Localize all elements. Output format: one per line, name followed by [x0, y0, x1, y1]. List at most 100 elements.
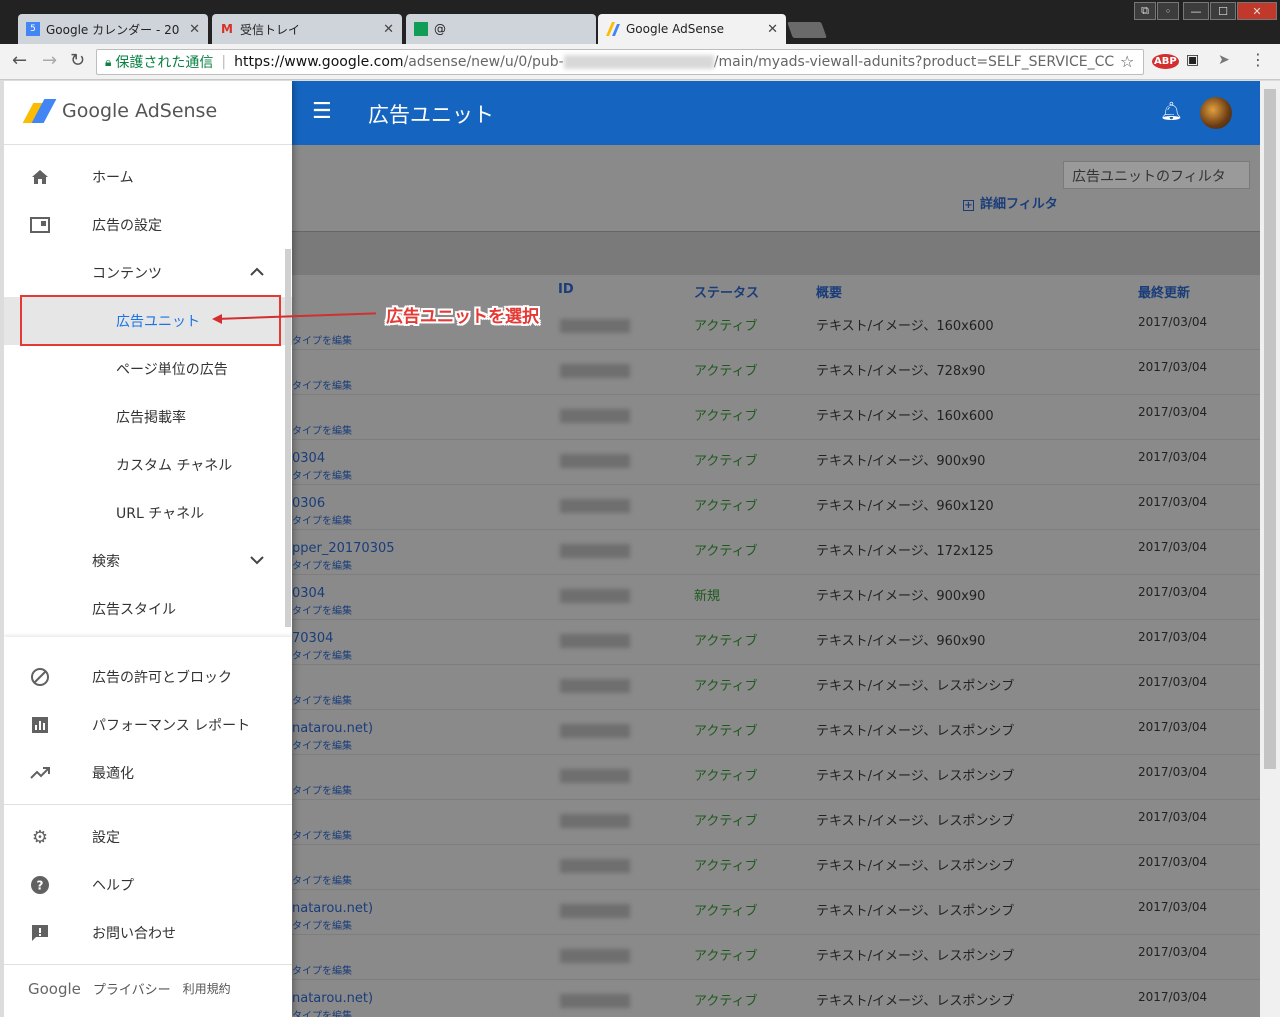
tab-sheets[interactable]: @	[406, 14, 596, 44]
star-icon[interactable]: ☆	[1120, 53, 1134, 71]
table-row[interactable]: pper_20170305 タイプを編集 アクティブ テキスト/イメージ、172x12…	[292, 530, 1260, 575]
calendar-icon: 5	[26, 22, 40, 36]
window-pin-icon[interactable]: ◦	[1157, 2, 1179, 20]
table-row[interactable]: タイプを編集 アクティブ テキスト/イメージ、レスポンシブ 2017/03/04	[292, 755, 1260, 800]
sidebar-item-custom-channels[interactable]: カスタム チャネル	[4, 441, 292, 489]
table-row[interactable]: natarou.net) タイプを編集 アクティブ テキスト/イメージ、レスポンシブ 2…	[292, 980, 1260, 1017]
avatar[interactable]	[1200, 97, 1232, 129]
table-row[interactable]: タイプを編集 アクティブ テキスト/イメージ、レスポンシブ 2017/03/04	[292, 845, 1260, 890]
sidebar-item-search[interactable]: 検索	[4, 537, 292, 585]
window-menu-icon[interactable]: ⧉	[1134, 2, 1156, 20]
minimize-icon[interactable]: —	[1183, 2, 1209, 20]
sidebar-item-page-level-ads[interactable]: ページ単位の広告	[4, 345, 292, 393]
edit-type-link[interactable]: タイプを編集	[292, 917, 352, 932]
sidebar-item-optimization[interactable]: 最適化	[4, 749, 292, 797]
adblock-icon[interactable]: ABP	[1152, 54, 1179, 69]
maximize-icon[interactable]: ☐	[1210, 2, 1236, 20]
address-bar[interactable]: 🔒︎ 保護された通信 | https://www.google.com /ads…	[96, 49, 1144, 75]
edit-type-link[interactable]: タイプを編集	[292, 467, 352, 482]
table-row[interactable]: 0306 タイプを編集 アクティブ テキスト/イメージ、960x120 2017/03/…	[292, 485, 1260, 530]
table-row[interactable]: 0304 タイプを編集 アクティブ テキスト/イメージ、900x90 2017/03/0…	[292, 440, 1260, 485]
sidebar-scrollbar[interactable]	[285, 249, 291, 627]
tab-adsense[interactable]: Google AdSense ✕	[598, 14, 786, 44]
table-row[interactable]: 0304 タイプを編集 新規 テキスト/イメージ、900x90 2017/03/04	[292, 575, 1260, 620]
edit-type-link[interactable]: タイプを編集	[292, 332, 352, 347]
edit-type-link[interactable]: タイプを編集	[292, 692, 352, 707]
sidebar-item-ad-settings[interactable]: 広告の設定	[4, 201, 292, 249]
table-toolbar	[292, 231, 1260, 275]
sidebar-item-label: ページ単位の広告	[116, 362, 228, 378]
edit-type-link[interactable]: タイプを編集	[292, 872, 352, 887]
edit-type-link[interactable]: タイプを編集	[292, 557, 352, 572]
edit-type-link[interactable]: タイプを編集	[292, 737, 352, 752]
edit-type-link[interactable]: タイプを編集	[292, 1007, 352, 1017]
sidebar-item-label: URL チャネル	[116, 506, 205, 522]
edit-type-link[interactable]: タイプを編集	[292, 782, 352, 797]
window-close-icon[interactable]: ✕	[1237, 2, 1277, 20]
sidebar-item-performance-reports[interactable]: パフォーマンス レポート	[4, 701, 292, 749]
ad-unit-name[interactable]: 0304	[292, 451, 325, 466]
ad-unit-name[interactable]: 0304	[292, 586, 325, 601]
page-scrollbar-thumb[interactable]	[1264, 89, 1276, 769]
table-row[interactable]: 70304 タイプを編集 アクティブ テキスト/イメージ、960x90 2017/03/…	[292, 620, 1260, 665]
redacted-ad-unit-id	[560, 319, 630, 333]
extension-icon[interactable]: ▣	[1186, 52, 1199, 68]
ad-unit-name[interactable]: pper_20170305	[292, 541, 395, 556]
ad-unit-name[interactable]: natarou.net)	[292, 721, 373, 736]
edit-type-link[interactable]: タイプを編集	[292, 422, 352, 437]
ad-unit-name[interactable]: natarou.net)	[292, 901, 373, 916]
table-row[interactable]: タイプを編集 アクティブ テキスト/イメージ、レスポンシブ 2017/03/04	[292, 935, 1260, 980]
edit-type-link[interactable]: タイプを編集	[292, 377, 352, 392]
edit-type-link[interactable]: タイプを編集	[292, 602, 352, 617]
back-icon[interactable]: ←	[12, 52, 27, 70]
table-row[interactable]: タイプを編集 アクティブ テキスト/イメージ、レスポンシブ 2017/03/04	[292, 800, 1260, 845]
redacted-publisher-id	[563, 55, 714, 69]
column-header-summary[interactable]: 概要	[816, 282, 842, 301]
table-row[interactable]: タイプを編集 アクティブ テキスト/イメージ、728x90 2017/03/04	[292, 350, 1260, 395]
footer-privacy-link[interactable]: プライバシー	[93, 979, 171, 998]
menu-icon[interactable]: ☰	[312, 99, 332, 124]
adsense-logo[interactable]: Google AdSense	[22, 99, 217, 123]
notification-bell-icon[interactable]: 🔔︎	[1160, 101, 1183, 122]
sidebar-item-content[interactable]: コンテンツ	[4, 249, 292, 297]
sidebar-item-url-channels[interactable]: URL チャネル	[4, 489, 292, 537]
forward-icon[interactable]: →	[42, 52, 57, 70]
ad-unit-filter-input[interactable]: 広告ユニットのフィルタ	[1063, 161, 1250, 189]
ad-unit-name[interactable]: 70304	[292, 631, 333, 646]
edit-type-link[interactable]: タイプを編集	[292, 512, 352, 527]
sidebar-item-home[interactable]: ホーム	[4, 153, 292, 201]
column-header-updated[interactable]: 最終更新	[1138, 282, 1190, 301]
close-icon[interactable]: ✕	[189, 22, 200, 37]
edit-type-link[interactable]: タイプを編集	[292, 647, 352, 662]
sidebar-item-ad-balance[interactable]: 広告掲載率	[4, 393, 292, 441]
new-tab-button[interactable]	[787, 22, 827, 38]
column-header-status[interactable]: ステータス	[694, 282, 759, 301]
close-icon[interactable]: ✕	[767, 22, 778, 37]
reload-icon[interactable]: ↻	[70, 52, 85, 70]
advanced-filter-link[interactable]: + 詳細フィルタ	[963, 193, 1058, 212]
url-path: /main/myads-viewall-adunits?product=SELF…	[713, 54, 1115, 70]
table-row[interactable]: natarou.net) タイプを編集 アクティブ テキスト/イメージ、レスポンシブ 2…	[292, 890, 1260, 935]
table-row[interactable]: タイプを編集 アクティブ テキスト/イメージ、レスポンシブ 2017/03/04	[292, 665, 1260, 710]
ad-unit-name[interactable]: 0306	[292, 496, 325, 511]
edit-type-link[interactable]: タイプを編集	[292, 962, 352, 977]
chrome-menu-icon[interactable]: ⋮	[1250, 50, 1266, 69]
sidebar-item-settings[interactable]: ⚙ 設定	[4, 813, 292, 861]
table-row[interactable]: タイプを編集 アクティブ テキスト/イメージ、160x600 2017/03/04	[292, 395, 1260, 440]
sidebar-item-ad-styles[interactable]: 広告スタイル	[4, 585, 292, 633]
page-scrollbar[interactable]	[1260, 81, 1280, 1017]
ad-unit-name[interactable]: natarou.net)	[292, 991, 373, 1006]
sidebar-item-help[interactable]: ? ヘルプ	[4, 861, 292, 909]
tab-gmail[interactable]: M 受信トレイ ✕	[212, 14, 402, 44]
edit-type-link[interactable]: タイプを編集	[292, 827, 352, 842]
sidebar-item-allow-block[interactable]: 広告の許可とブロック	[4, 653, 292, 701]
column-header-id[interactable]: ID	[558, 282, 574, 297]
sidebar-item-contact[interactable]: お問い合わせ	[4, 909, 292, 957]
tab-calendar[interactable]: 5 Google カレンダー - 20 ✕	[18, 14, 208, 44]
footer-terms-link[interactable]: 利用規約	[183, 980, 231, 997]
table-row[interactable]: natarou.net) タイプを編集 アクティブ テキスト/イメージ、レスポンシブ 2…	[292, 710, 1260, 755]
redacted-ad-unit-id	[560, 409, 630, 423]
cursor-extension-icon[interactable]: ➤	[1218, 52, 1230, 68]
status-badge: アクティブ	[694, 859, 758, 874]
close-icon[interactable]: ✕	[383, 22, 394, 37]
